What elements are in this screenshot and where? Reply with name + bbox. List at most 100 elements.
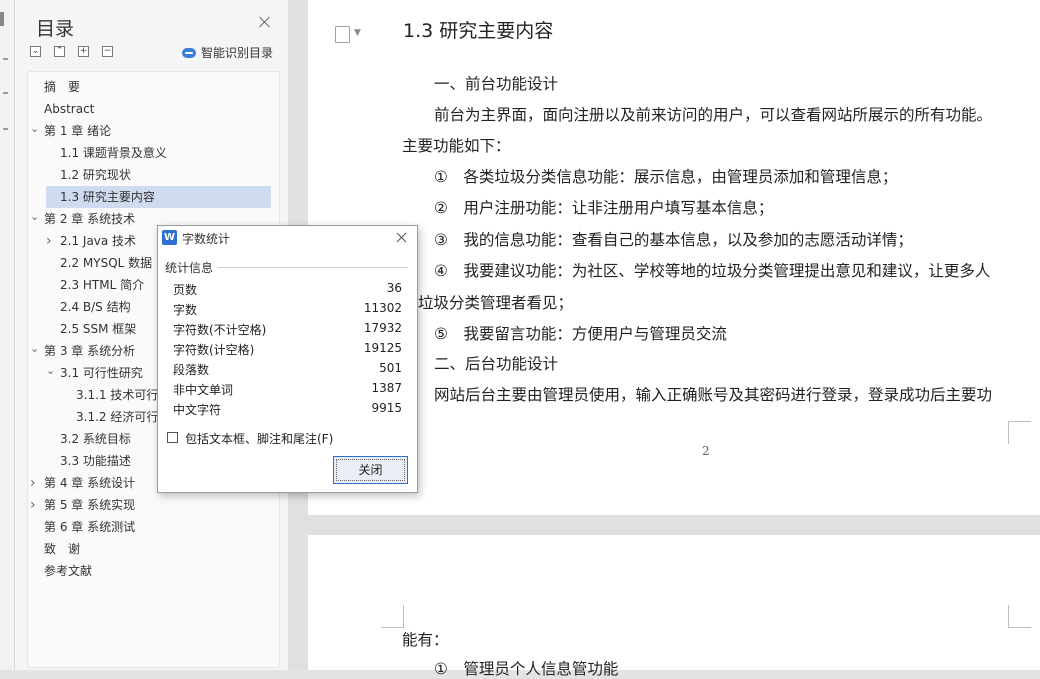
word-count-dialog: W 字数统计 统计信息 页数 36 字数 11302 字符数(不计空格) 17932 字符数… xyxy=(157,225,418,493)
document-text-line: 前台为主界面，面向注册以及前来访问的用户，可以查看网站所展示的所有功能。 xyxy=(434,106,993,124)
toc-item-label: 3.3 功能描述 xyxy=(60,454,131,468)
stat-value: 1387 xyxy=(371,381,402,395)
chevron-right-icon[interactable]: › xyxy=(46,230,56,252)
stat-value: 501 xyxy=(379,361,402,375)
stat-value: 9915 xyxy=(371,401,402,415)
toc-item-label: 2.4 B/S 结构 xyxy=(60,300,131,314)
edge-tick xyxy=(3,128,8,130)
toc-item[interactable]: 1.2 研究现状 xyxy=(46,164,131,186)
toc-item[interactable]: 3.1.2 经济可行 xyxy=(62,406,158,428)
toc-item[interactable]: 2.4 B/S 结构 xyxy=(46,296,131,318)
expand-level-icon[interactable]: ⌃ xyxy=(54,46,65,57)
toc-item[interactable]: › 2.1 Java 技术 xyxy=(46,230,136,252)
toc-item[interactable]: 2.2 MYSQL 数据 xyxy=(46,252,152,274)
toc-item-label: Abstract xyxy=(44,102,95,116)
toc-item-label: 致 谢 xyxy=(44,542,81,556)
stats-group-label: 统计信息 xyxy=(165,261,214,275)
stat-label: 非中文单词 xyxy=(173,383,234,397)
stat-value: 17932 xyxy=(363,321,402,335)
dialog-title: 字数统计 xyxy=(182,232,231,246)
stat-value: 36 xyxy=(386,281,402,295)
toc-item[interactable]: 2.3 HTML 简介 xyxy=(46,274,144,296)
toc-item[interactable]: 3.1.1 技术可行 xyxy=(62,384,158,406)
collapse-all-icon[interactable]: ⌄ xyxy=(30,46,41,57)
toc-item[interactable]: 2.5 SSM 框架 xyxy=(46,318,136,340)
document-text-line: 主要功能如下： xyxy=(402,137,511,155)
toc-item-label: 2.1 Java 技术 xyxy=(60,234,137,248)
chevron-down-icon[interactable]: ▼ xyxy=(354,28,361,38)
chevron-down-icon[interactable]: ⌄ xyxy=(30,118,40,140)
stat-label: 段落数 xyxy=(173,363,210,377)
stat-label: 字符数(计空格) xyxy=(173,343,255,357)
chevron-right-icon[interactable]: › xyxy=(30,494,40,516)
stat-value: 11302 xyxy=(363,301,402,315)
toc-item-label: 第 4 章 系统设计 xyxy=(44,476,136,490)
toc-item[interactable]: 1.3 研究主要内容 xyxy=(46,186,271,208)
toc-item-label: 参考文献 xyxy=(44,564,93,578)
stat-label: 字数 xyxy=(173,303,198,317)
document-text-line: ③ 我的信息功能：查看自己的基本信息，以及参加的志愿活动详情； xyxy=(434,231,913,249)
nav-panel-title: 目录 xyxy=(36,18,75,40)
toc-item-label: 2.5 SSM 框架 xyxy=(60,322,137,336)
toc-item[interactable]: › 第 4 章 系统设计 xyxy=(30,472,135,494)
dialog-titlebar[interactable]: W 字数统计 xyxy=(158,226,417,250)
smart-toc-icon xyxy=(182,47,196,58)
section-heading: 1.3 研究主要内容 xyxy=(403,20,554,42)
toc-item-label: 3.2 系统目标 xyxy=(60,432,131,446)
chevron-down-icon[interactable]: ⌄ xyxy=(30,206,40,228)
close-icon[interactable] xyxy=(258,15,272,29)
edge-tick xyxy=(3,58,8,60)
toc-item[interactable]: 3.2 系统目标 xyxy=(46,428,131,450)
toc-item-label: 1.3 研究主要内容 xyxy=(60,190,155,204)
edge-marker xyxy=(0,12,4,26)
toc-item[interactable]: 致 谢 xyxy=(30,538,80,560)
toc-item-label: 1.2 研究现状 xyxy=(60,168,131,182)
toc-item[interactable]: ⌄ 第 3 章 系统分析 xyxy=(30,340,135,362)
toc-item[interactable]: 第 6 章 系统测试 xyxy=(30,516,135,538)
edge-tick xyxy=(3,92,8,94)
toc-item-label: 3.1 可行性研究 xyxy=(60,366,143,380)
left-edge-toolbar xyxy=(0,0,15,670)
document-text-line: 一、前台功能设计 xyxy=(434,75,559,93)
stat-label: 字符数(不计空格) xyxy=(173,323,267,337)
document-text-line: 垃圾分类管理者看见； xyxy=(418,294,574,312)
include-textbox-label[interactable]: 包括文本框、脚注和尾注(F) xyxy=(185,430,333,447)
paragraph-icon[interactable] xyxy=(335,26,350,43)
chevron-right-icon[interactable]: › xyxy=(30,472,40,494)
stat-label: 页数 xyxy=(173,283,198,297)
toc-item-label: 1.1 课题背景及意义 xyxy=(60,146,167,160)
toc-item-label: 3.1.2 经济可行 xyxy=(76,410,159,424)
page-corner-mark xyxy=(381,605,404,628)
toc-item[interactable]: › 第 5 章 系统实现 xyxy=(30,494,135,516)
remove-heading-icon[interactable]: − xyxy=(102,46,113,57)
document-text-line: ① 管理员个人信息管功能 xyxy=(434,660,619,678)
document-text-line: ⑤ 我要留言功能：方便用户与管理员交流 xyxy=(434,325,727,343)
toc-item-label: 第 2 章 系统技术 xyxy=(44,212,136,226)
toc-item[interactable]: 3.3 功能描述 xyxy=(46,450,131,472)
toc-item[interactable]: ⌄ 3.1 可行性研究 xyxy=(46,362,143,384)
chevron-down-icon[interactable]: ⌄ xyxy=(46,360,56,382)
toc-item-label: 第 1 章 绪论 xyxy=(44,124,112,138)
toc-item[interactable]: 1.1 课题背景及意义 xyxy=(46,142,167,164)
chevron-down-icon[interactable]: ⌄ xyxy=(30,338,40,360)
document-text-line: 二、后台功能设计 xyxy=(434,355,559,373)
page-corner-mark xyxy=(1008,605,1031,628)
add-heading-icon[interactable]: + xyxy=(78,46,89,57)
toc-item[interactable]: Abstract xyxy=(30,98,94,120)
toc-item[interactable]: 摘 要 xyxy=(30,76,80,98)
toc-item[interactable]: ⌄ 第 1 章 绪论 xyxy=(30,120,111,142)
toc-item-label: 第 3 章 系统分析 xyxy=(44,344,136,358)
document-text-line: ④ 我要建议功能：为社区、学校等地的垃圾分类管理提出意见和建议，让更多人 xyxy=(434,262,991,280)
toc-item[interactable]: 参考文献 xyxy=(30,560,92,582)
toc-item-label: 2.2 MYSQL 数据 xyxy=(60,256,153,270)
toc-item[interactable]: ⌄ 第 2 章 系统技术 xyxy=(30,208,135,230)
document-text-line: 能有： xyxy=(402,631,449,649)
close-icon[interactable] xyxy=(396,231,408,243)
document-text-line: ① 各类垃圾分类信息功能：展示信息，由管理员添加和管理信息； xyxy=(434,168,898,186)
smart-toc-button[interactable]: 智能识别目录 xyxy=(182,44,273,61)
include-textbox-checkbox[interactable] xyxy=(167,432,178,443)
page-number: 2 xyxy=(702,444,710,458)
group-divider xyxy=(218,267,408,268)
toc-item-label: 第 5 章 系统实现 xyxy=(44,498,136,512)
close-button[interactable]: 关闭 xyxy=(333,456,408,484)
